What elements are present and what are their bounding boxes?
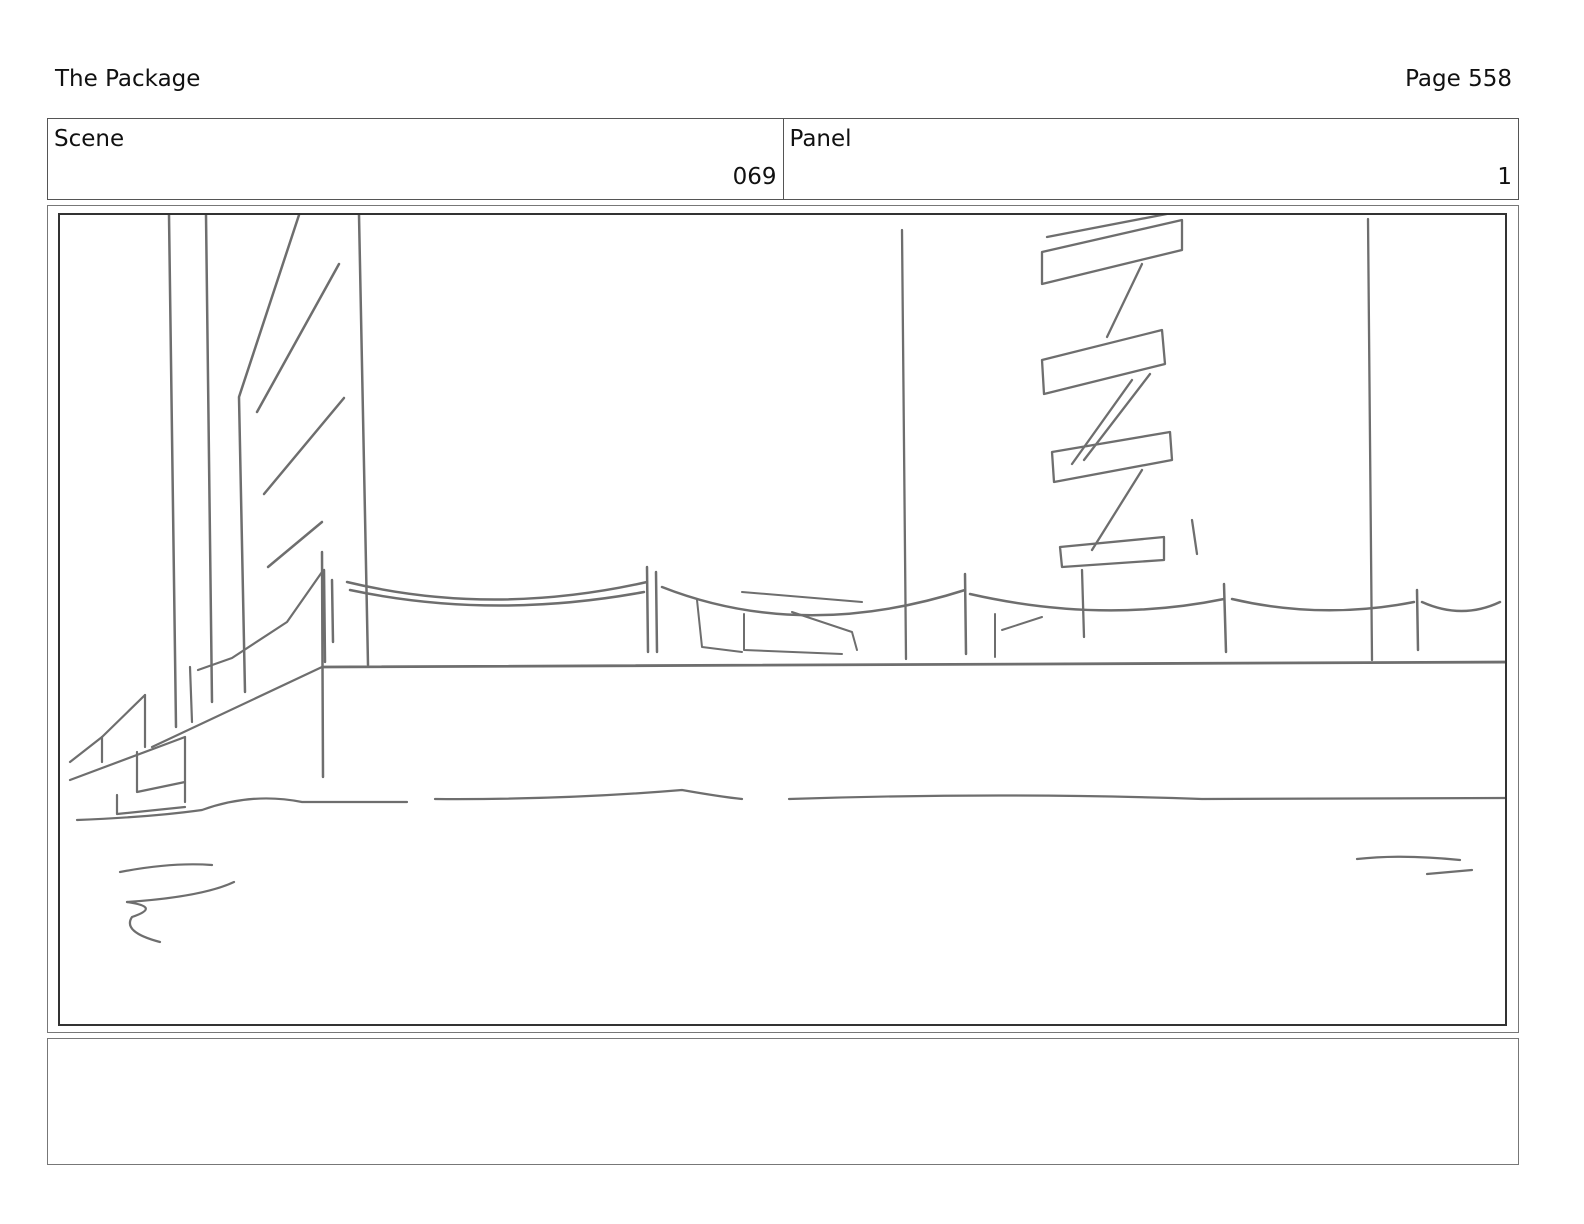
scene-number: 069 — [732, 164, 777, 190]
distant-clutter — [696, 591, 1043, 658]
sketch-drawing — [68, 215, 1505, 944]
hanging-sign — [1040, 215, 1199, 639]
storyboard-image — [58, 213, 1507, 1026]
scene-label: Scene — [54, 126, 125, 152]
scene-cell: Scene 069 — [48, 119, 783, 199]
deck-line — [322, 660, 1505, 669]
page-number: Page 558 — [1405, 66, 1512, 92]
notes-box — [47, 1038, 1519, 1165]
left-steps — [68, 570, 324, 816]
project-title: The Package — [55, 66, 201, 92]
panel-number: 1 — [1497, 164, 1512, 190]
water-lines — [75, 788, 1505, 944]
panel-cell: Panel 1 — [782, 119, 1519, 199]
scene-panel-info: Scene 069 Panel 1 — [47, 118, 1519, 200]
railing — [322, 565, 1502, 664]
panel-label: Panel — [789, 126, 852, 152]
